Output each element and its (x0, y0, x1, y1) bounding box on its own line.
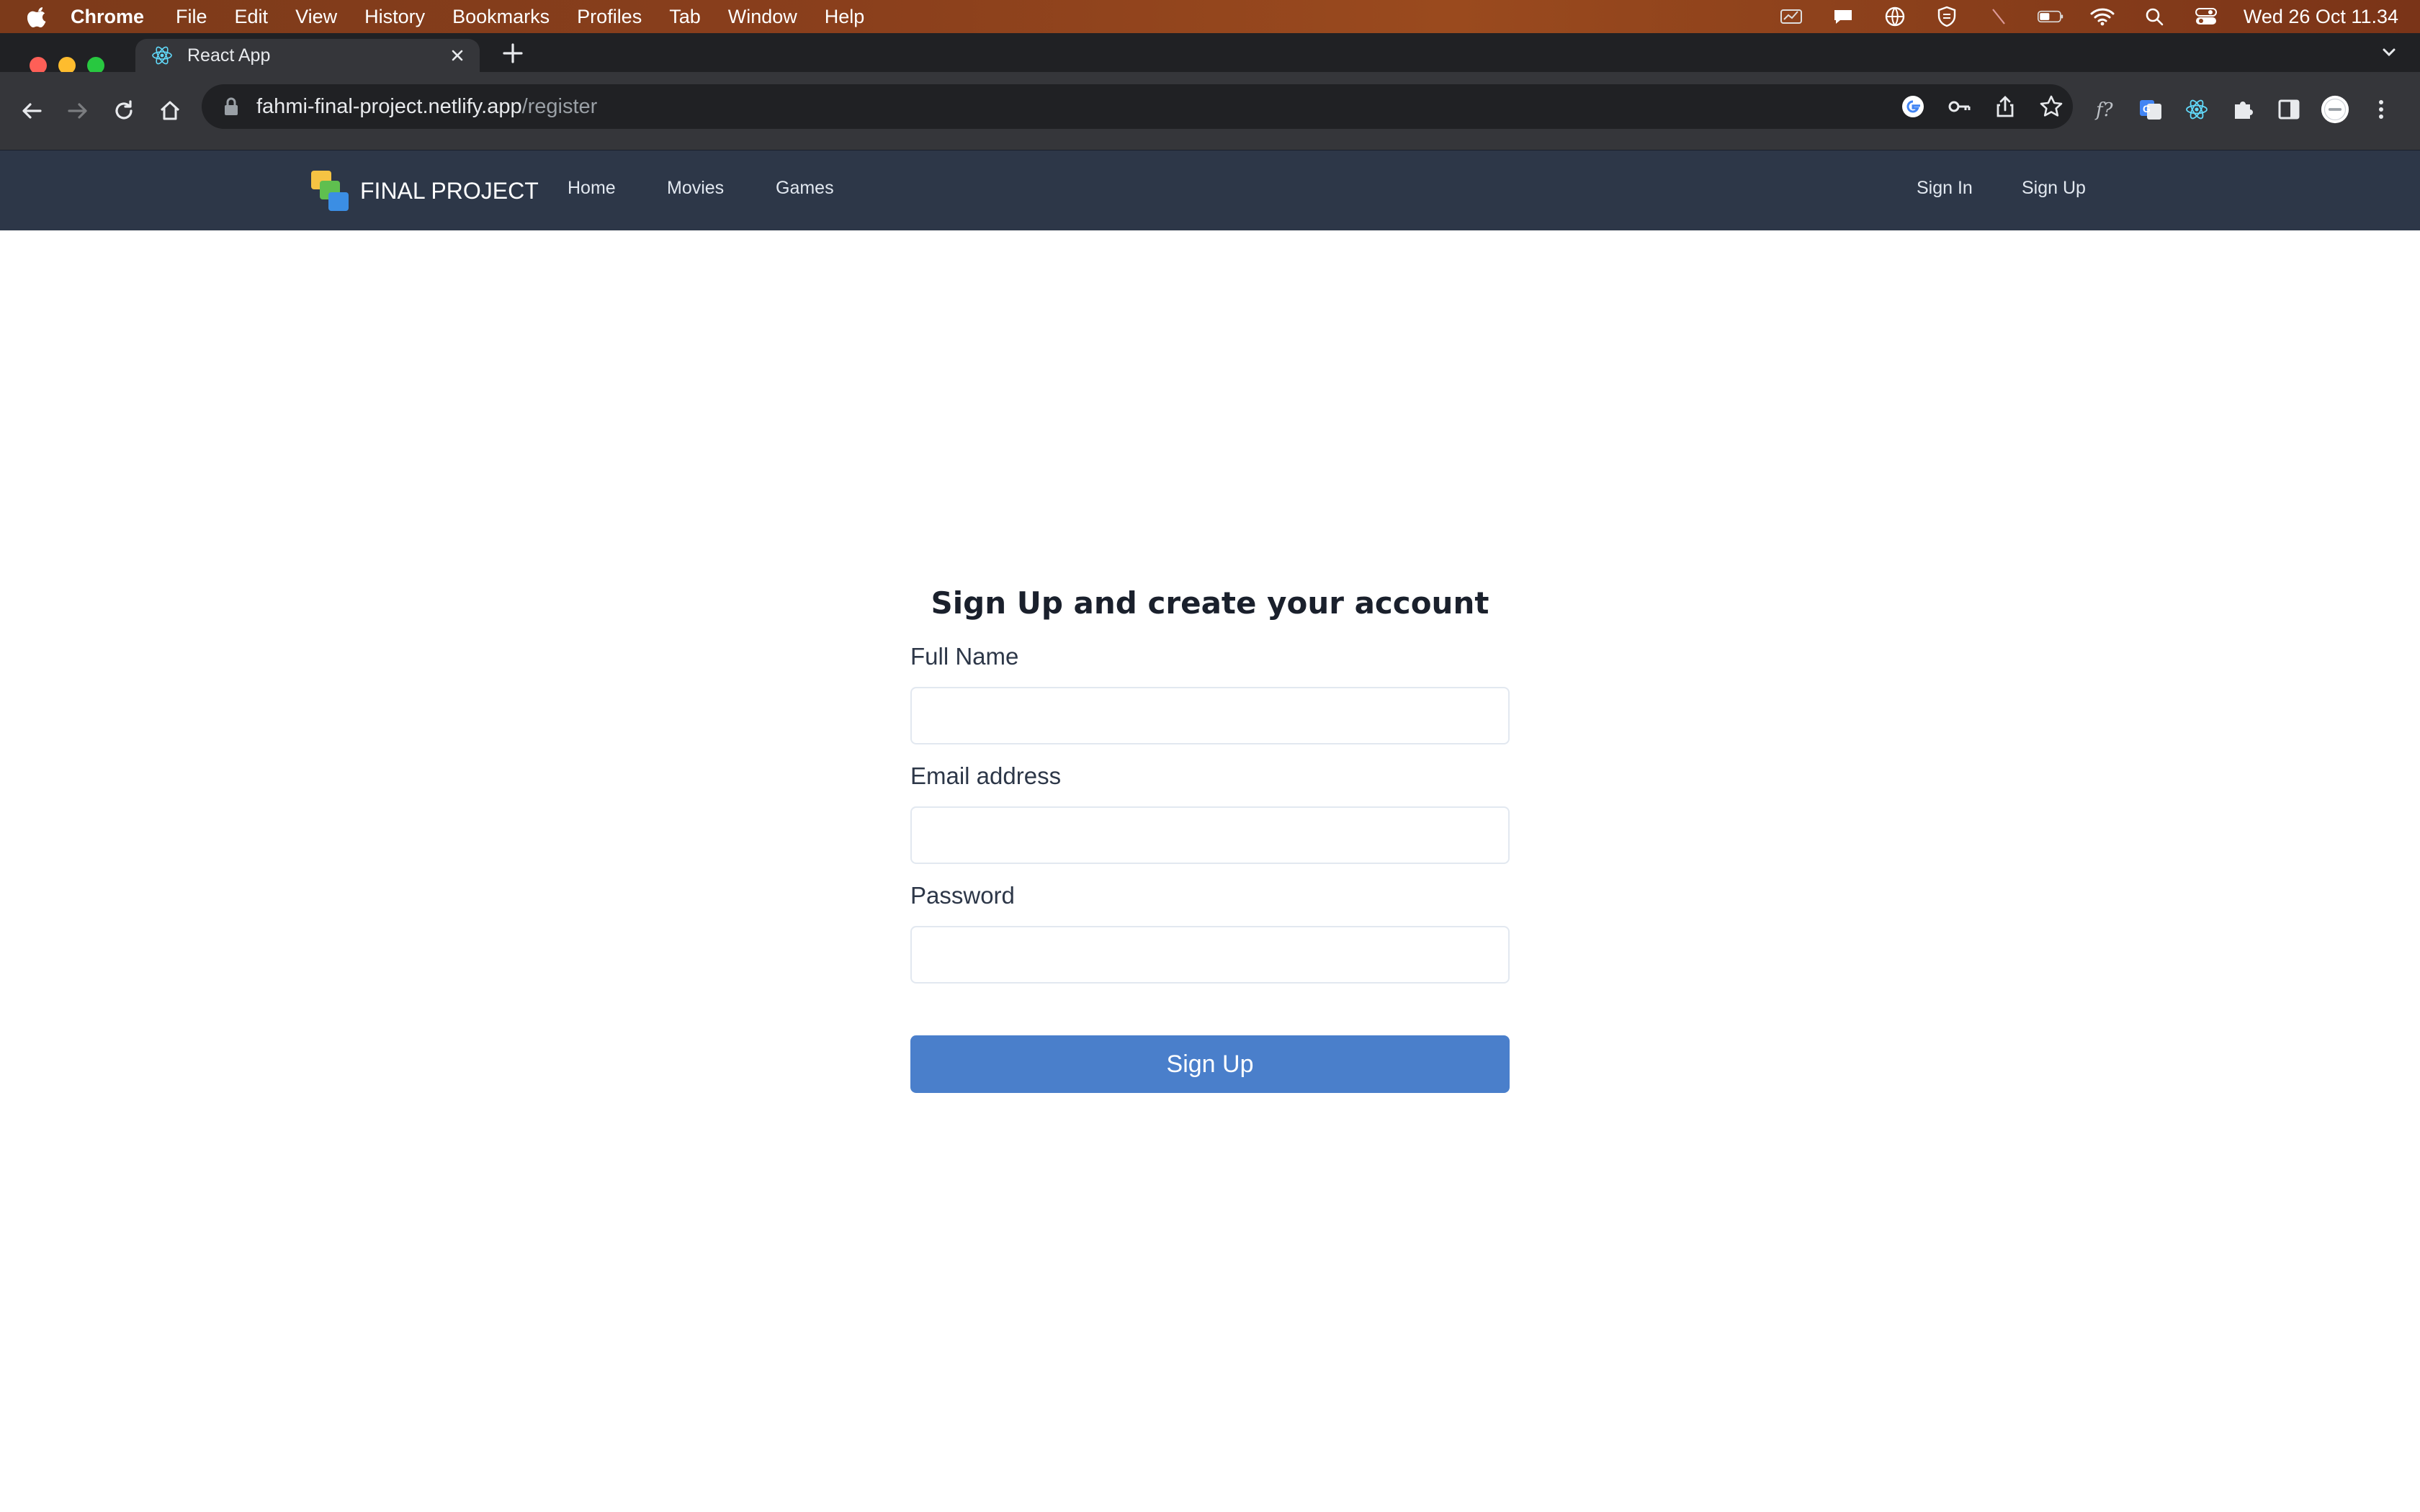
nav-home-link[interactable]: Home (568, 178, 616, 199)
new-tab-plus-icon[interactable] (498, 39, 527, 68)
tab-search-chevron-icon[interactable] (2378, 42, 2400, 63)
svg-text:f?: f? (2094, 99, 2114, 121)
share-icon[interactable] (1991, 92, 2020, 121)
wifi-icon[interactable] (2089, 6, 2115, 27)
home-icon[interactable] (153, 94, 187, 128)
lock-icon[interactable] (222, 96, 241, 117)
signup-form: Sign Up and create your account Full Nam… (910, 582, 1510, 1093)
menu-chrome[interactable]: Chrome (71, 6, 144, 28)
tab-react-app[interactable]: React App (135, 39, 480, 72)
macos-menu-bar: Chrome File Edit View History Bookmarks … (0, 0, 2420, 33)
back-arrow-icon[interactable] (14, 94, 49, 128)
menu-window[interactable]: Window (728, 6, 797, 28)
final-project-logo-icon (310, 169, 353, 212)
email-label: Email address (910, 762, 1062, 789)
brand-link[interactable]: FINAL PROJECT (310, 169, 539, 212)
shield-icon[interactable] (1934, 6, 1960, 27)
menu-history[interactable]: History (364, 6, 425, 28)
menu-bar-clock[interactable]: Wed 26 Oct 11.34 (2244, 6, 2398, 28)
full-name-input[interactable] (910, 687, 1510, 744)
url-host: fahmi-final-project.netlify.app (256, 94, 522, 118)
site-navbar: FINAL PROJECT Home Movies Games Sign In … (0, 150, 2420, 230)
extension-icons: f? G (2090, 92, 2413, 127)
menu-file[interactable]: File (176, 6, 207, 28)
apple-logo-icon[interactable] (27, 5, 49, 28)
sign-up-submit-button[interactable]: Sign Up (910, 1035, 1510, 1093)
address-bar[interactable]: fahmi-final-project.netlify.app/register (202, 84, 2073, 129)
activity-monitor-icon[interactable] (1778, 6, 1804, 27)
email-input[interactable] (910, 806, 1510, 864)
nav-sign-in-link[interactable]: Sign In (1917, 178, 1973, 199)
battery-icon[interactable] (2037, 6, 2063, 27)
side-panel-icon[interactable] (2275, 95, 2303, 124)
tab-title: React App (187, 45, 271, 66)
menu-profiles[interactable]: Profiles (577, 6, 642, 28)
google-translate-extension-icon[interactable]: G (2136, 95, 2165, 124)
google-lens-icon[interactable] (1899, 92, 1927, 121)
menu-bookmarks[interactable]: Bookmarks (452, 6, 550, 28)
chrome-toolbar: fahmi-final-project.netlify.app/register… (0, 72, 2420, 150)
forward-arrow-icon[interactable] (60, 94, 95, 128)
reload-icon[interactable] (107, 94, 141, 128)
tab-close-icon[interactable] (447, 45, 468, 66)
nav-games-link[interactable]: Games (776, 178, 834, 199)
chrome-tab-strip: React App (0, 33, 2420, 74)
vpn-globe-icon[interactable] (1882, 6, 1908, 27)
bookmark-star-icon[interactable] (2037, 92, 2066, 121)
control-center-icon[interactable] (2193, 6, 2219, 27)
menu-edit[interactable]: Edit (235, 6, 269, 28)
full-name-label: Full Name (910, 643, 1019, 670)
react-favicon-icon (151, 45, 173, 66)
svg-text:G: G (2143, 103, 2151, 114)
notification-icon[interactable] (1830, 6, 1856, 27)
react-devtools-extension-icon[interactable] (2182, 95, 2211, 124)
nav-movies-link[interactable]: Movies (667, 178, 724, 199)
font-ninja-extension-icon[interactable]: f? (2090, 95, 2119, 124)
profile-avatar[interactable] (2321, 95, 2349, 124)
password-input[interactable] (910, 926, 1510, 984)
url-path: /register (521, 94, 598, 118)
nav-sign-up-link[interactable]: Sign Up (2022, 178, 2086, 199)
password-key-icon[interactable] (1945, 92, 1973, 121)
extensions-puzzle-icon[interactable] (2228, 95, 2257, 124)
status-area: Wed 26 Oct 11.34 (1752, 0, 2398, 33)
slash-icon[interactable] (1986, 6, 2012, 27)
menu-view[interactable]: View (295, 6, 337, 28)
omnibox-actions (1881, 84, 2066, 129)
spotlight-search-icon[interactable] (2141, 6, 2167, 27)
menu-tab[interactable]: Tab (669, 6, 701, 28)
page-title: Sign Up and create your account (931, 585, 1489, 621)
menu-help[interactable]: Help (825, 6, 865, 28)
brand-name: FINAL PROJECT (360, 177, 539, 204)
password-label: Password (910, 882, 1015, 909)
chrome-menu-kebab-icon[interactable] (2367, 95, 2396, 124)
